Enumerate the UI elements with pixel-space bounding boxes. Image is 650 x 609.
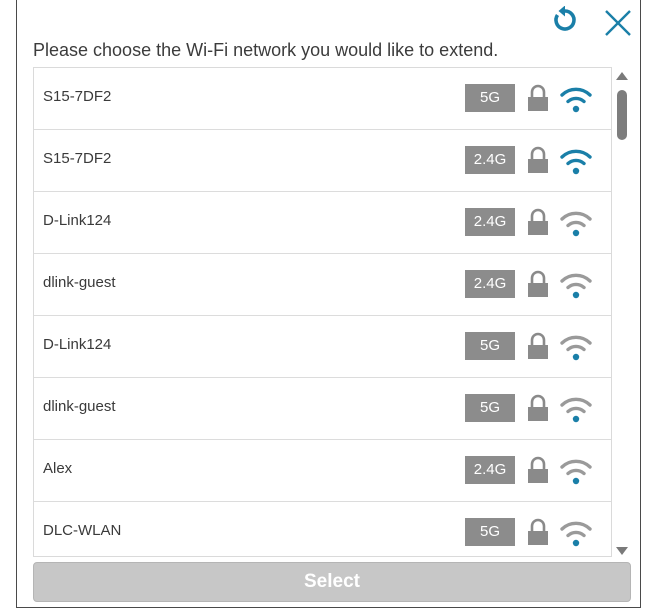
lock-icon: [528, 146, 548, 173]
lock-icon: [528, 518, 548, 545]
refresh-icon[interactable]: [551, 6, 579, 34]
network-ssid: DLC-WLAN: [43, 522, 122, 539]
network-row[interactable]: dlink-guest 5G: [34, 378, 611, 440]
network-ssid: S15-7DF2: [43, 88, 112, 105]
wifi-icon: [560, 149, 592, 175]
dialog-prompt: Please choose the Wi-Fi network you woul…: [33, 40, 499, 60]
scroll-up-arrow-icon[interactable]: [616, 72, 628, 80]
scroll-down-arrow-icon[interactable]: [616, 547, 628, 555]
band-badge: 5G: [465, 84, 515, 112]
network-row[interactable]: D-Link124 5G: [34, 316, 611, 378]
band-badge: 2.4G: [465, 456, 515, 484]
lock-icon: [528, 456, 548, 483]
network-row[interactable]: Alex 2.4G: [34, 440, 611, 502]
network-ssid: D-Link124: [43, 336, 112, 353]
select-button[interactable]: Select: [33, 562, 631, 602]
lock-icon: [528, 332, 548, 359]
lock-icon: [528, 84, 548, 111]
wifi-icon: [560, 273, 592, 299]
network-ssid: D-Link124: [43, 212, 112, 229]
band-badge: 5G: [465, 332, 515, 360]
network-row[interactable]: DLC-WLAN 5G: [34, 502, 611, 556]
lock-icon: [528, 270, 548, 297]
network-list[interactable]: S15-7DF2 5G S15-7DF2 2.4G D-Link124 2.4G…: [33, 67, 612, 557]
network-row[interactable]: dlink-guest 2.4G: [34, 254, 611, 316]
network-ssid: Alex: [43, 460, 73, 477]
lock-icon: [528, 208, 548, 235]
wifi-icon: [560, 211, 592, 237]
scroll-thumb[interactable]: [617, 90, 627, 140]
band-badge: 2.4G: [465, 146, 515, 174]
band-badge: 5G: [465, 394, 515, 422]
network-ssid: S15-7DF2: [43, 150, 112, 167]
wifi-select-dialog: Please choose the Wi-Fi network you woul…: [16, 0, 641, 608]
band-badge: 2.4G: [465, 270, 515, 298]
band-badge: 5G: [465, 518, 515, 546]
wifi-icon: [560, 335, 592, 361]
network-row[interactable]: D-Link124 2.4G: [34, 192, 611, 254]
list-scrollbar[interactable]: [613, 67, 631, 557]
network-row[interactable]: S15-7DF2 2.4G: [34, 130, 611, 192]
wifi-icon: [560, 397, 592, 423]
wifi-icon: [560, 521, 592, 547]
network-ssid: dlink-guest: [43, 274, 116, 291]
network-row[interactable]: S15-7DF2 5G: [34, 68, 611, 130]
band-badge: 2.4G: [465, 208, 515, 236]
lock-icon: [528, 394, 548, 421]
network-ssid: dlink-guest: [43, 398, 116, 415]
close-icon[interactable]: [603, 8, 633, 38]
wifi-icon: [560, 459, 592, 485]
wifi-icon: [560, 87, 592, 113]
